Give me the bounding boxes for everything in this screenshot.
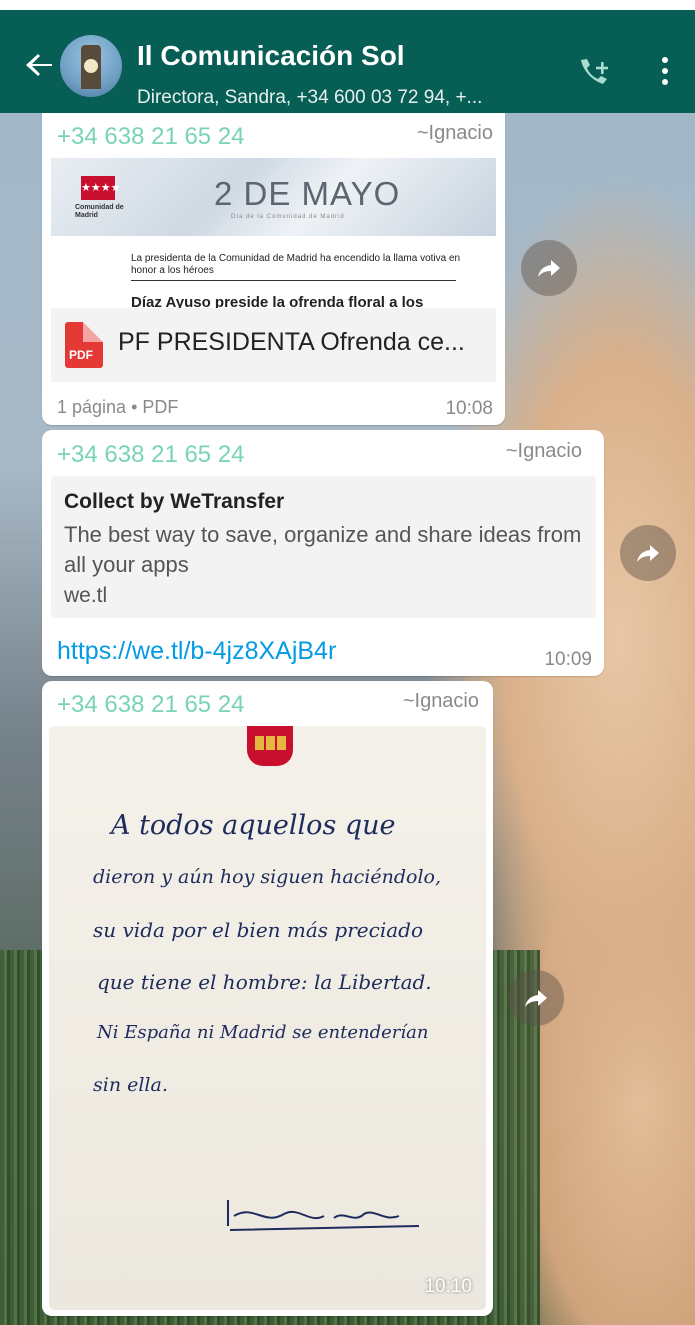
link-preview-card[interactable]: Collect by WeTransfer The best way to sa… (51, 476, 596, 618)
message-document[interactable]: +34 638 21 65 24 ~Ignacio ★★★★ Comunidad… (42, 113, 505, 425)
forward-icon[interactable] (620, 525, 676, 581)
sender-phone[interactable]: +34 638 21 65 24 (57, 691, 245, 719)
sender-phone[interactable]: +34 638 21 65 24 (57, 441, 245, 469)
clock-face (84, 59, 98, 73)
chat-participants[interactable]: Directora, Sandra, +34 600 03 72 94, +..… (137, 87, 482, 109)
letter-line: Ni España ni Madrid se entenderían (97, 1022, 429, 1043)
preview-line: La presidenta de la Comunidad de Madrid … (131, 253, 461, 276)
pdf-icon-label: PDF (69, 348, 93, 362)
link-domain: we.tl (64, 584, 108, 607)
preview-bold-text: Díaz Ayuso preside la ofrenda floral a l… (131, 294, 424, 308)
message-link[interactable]: +34 638 21 65 24 ~Ignacio Collect by WeT… (42, 430, 604, 676)
chat-header: Il Comunicación Sol Directora, Sandra, +… (0, 0, 695, 113)
document-name: PF PRESIDENTA Ofrenda ce... (118, 328, 465, 356)
sender-alias: ~Ignacio (402, 690, 479, 712)
message-time: 10:10 (424, 1276, 472, 1297)
document-file-row[interactable]: PDF PF PRESIDENTA Ofrenda ce... (51, 308, 496, 382)
link-title: Collect by WeTransfer (64, 490, 285, 513)
comunidad-madrid-logo: ★★★★ (81, 176, 120, 200)
sender-alias: ~Ignacio (505, 440, 582, 462)
message-time: 10:09 (544, 649, 592, 670)
letter-line: sin ella. (93, 1074, 168, 1096)
message-image[interactable]: +34 638 21 65 24 ~Ignacio A todos aquell… (42, 681, 493, 1316)
madrid-crest-icon (247, 726, 293, 766)
document-preview[interactable]: ★★★★ Comunidad de Madrid 2 DE MAYO Día d… (51, 158, 496, 308)
link-description: The best way to save, organize and share… (64, 522, 582, 577)
sender-phone[interactable]: +34 638 21 65 24 (57, 123, 245, 151)
chat-screen: Il Comunicación Sol Directora, Sandra, +… (0, 0, 695, 1325)
logo-caption: Comunidad de Madrid (75, 204, 124, 219)
preview-subheading: Día de la Comunidad de Madrid (231, 214, 345, 220)
forward-icon[interactable] (521, 240, 577, 296)
letter-line: su vida por el bien más preciado (93, 918, 423, 942)
document-meta: 1 página • PDF (57, 397, 179, 417)
letter-line: dieron y aún hoy siguen haciéndolo, (93, 866, 442, 888)
message-time: 10:08 (445, 398, 493, 419)
arrow-left-icon[interactable] (22, 47, 58, 83)
preview-rule (131, 280, 456, 281)
forward-icon[interactable] (508, 970, 564, 1026)
group-avatar[interactable] (60, 35, 122, 97)
sender-alias: ~Ignacio (416, 122, 493, 144)
link-url[interactable]: https://we.tl/b-4jz8XAjB4r (57, 637, 336, 666)
chat-title[interactable]: Il Comunicación Sol (137, 40, 405, 72)
pdf-icon: PDF (65, 322, 103, 368)
letter-line: que tiene el hombre: la Libertad. (97, 970, 432, 994)
more-vert-icon[interactable] (655, 57, 675, 93)
letter-line: A todos aquellos que (111, 810, 396, 841)
add-call-icon[interactable] (575, 56, 615, 92)
signature (224, 1196, 424, 1236)
handwritten-letter-image[interactable]: A todos aquellos que dieron y aún hoy si… (49, 726, 486, 1310)
preview-heading: 2 DE MAYO (214, 175, 401, 212)
